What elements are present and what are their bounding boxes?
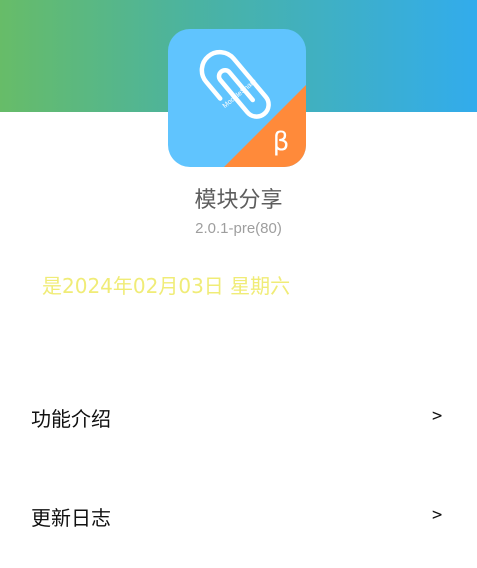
chevron-right-icon: > [432, 406, 443, 426]
menu-item-features[interactable]: 功能介绍 > [0, 387, 477, 447]
app-icon: ModuleShare β [168, 29, 306, 167]
app-name: 模块分享 [194, 188, 283, 213]
date-text: 是2024年02月03日 星期六 [42, 274, 291, 298]
app-version: 2.0.1-pre(80) [195, 220, 282, 237]
menu-item-label: 更新日志 [31, 506, 111, 530]
paperclip-icon: ModuleShare β [199, 49, 306, 167]
chevron-right-icon: > [432, 505, 443, 525]
beta-badge: β [273, 127, 290, 157]
menu-item-label: 功能介绍 [31, 407, 111, 431]
menu-item-changelog[interactable]: 更新日志 > [0, 486, 477, 546]
